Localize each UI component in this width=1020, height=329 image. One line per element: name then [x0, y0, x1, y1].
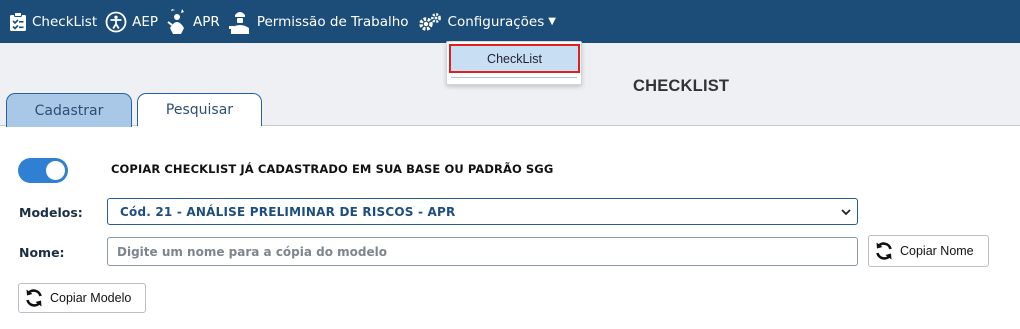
nav-item-apr[interactable]: APR: [166, 8, 220, 36]
modelos-selected-value: Cód. 21 - ANÁLISE PRELIMINAR DE RISCOS -…: [120, 205, 456, 219]
nome-label: Nome:: [19, 245, 65, 260]
button-label: Copiar Modelo: [50, 291, 132, 305]
nav-label: Permissão de Trabalho: [256, 13, 409, 30]
dropdown-item-checklist[interactable]: CheckList: [449, 44, 580, 73]
work-permit-icon: [228, 11, 249, 34]
nav-item-permissao[interactable]: Permissão de Trabalho: [228, 9, 409, 35]
nav-item-checklist[interactable]: CheckList: [9, 11, 98, 32]
modelos-select[interactable]: Cód. 21 - ANÁLISE PRELIMINAR DE RISCOS -…: [107, 198, 858, 225]
button-label: Copiar Nome: [900, 244, 974, 258]
nav-label: CheckList: [32, 13, 98, 30]
caret-down-icon: ▼: [548, 16, 556, 27]
nav-item-configuracoes[interactable]: Configurações ▼: [417, 12, 556, 32]
nav-item-aep[interactable]: AEP: [105, 11, 158, 33]
copiar-nome-button[interactable]: Copiar Nome: [868, 235, 989, 267]
top-navigation: CheckList AEP APR Permissão de Trabalho: [0, 0, 1020, 43]
accessibility-icon: [105, 11, 127, 32]
copiar-modelo-button[interactable]: Copiar Modelo: [18, 283, 146, 313]
nav-label: Configurações: [447, 13, 545, 30]
nome-input[interactable]: [107, 237, 858, 266]
refresh-icon: [876, 242, 892, 260]
configuracoes-dropdown: CheckList: [446, 41, 582, 85]
dropdown-divider: [451, 77, 577, 78]
tab-cadastrar[interactable]: Cadastrar: [6, 93, 132, 127]
copy-toggle-switch[interactable]: [18, 158, 68, 183]
chevron-down-icon: [841, 209, 851, 216]
nav-label: AEP: [132, 13, 159, 30]
toggle-knob: [46, 161, 65, 180]
nav-label: APR: [193, 13, 220, 30]
tab-pesquisar[interactable]: Pesquisar: [137, 93, 262, 126]
gears-icon: [418, 12, 441, 31]
clipboard-check-icon: [10, 11, 26, 31]
page-title: CHECKLIST: [633, 77, 730, 95]
refresh-icon: [26, 289, 42, 307]
worker-icon: [167, 8, 185, 34]
modelos-label: Modelos:: [19, 205, 83, 220]
copy-toggle-label: COPIAR CHECKLIST JÁ CADASTRADO EM SUA BA…: [111, 162, 554, 176]
